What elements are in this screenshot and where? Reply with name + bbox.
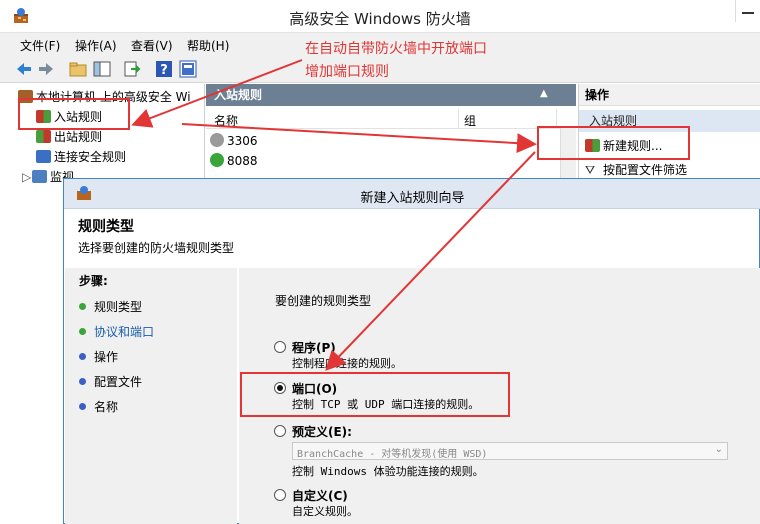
annotation-arrows — [131, 59, 537, 371]
arrow-to-port-option — [325, 151, 536, 371]
arrow-to-inbound-rules — [131, 59, 303, 128]
arrow-to-new-rule — [181, 123, 537, 154]
